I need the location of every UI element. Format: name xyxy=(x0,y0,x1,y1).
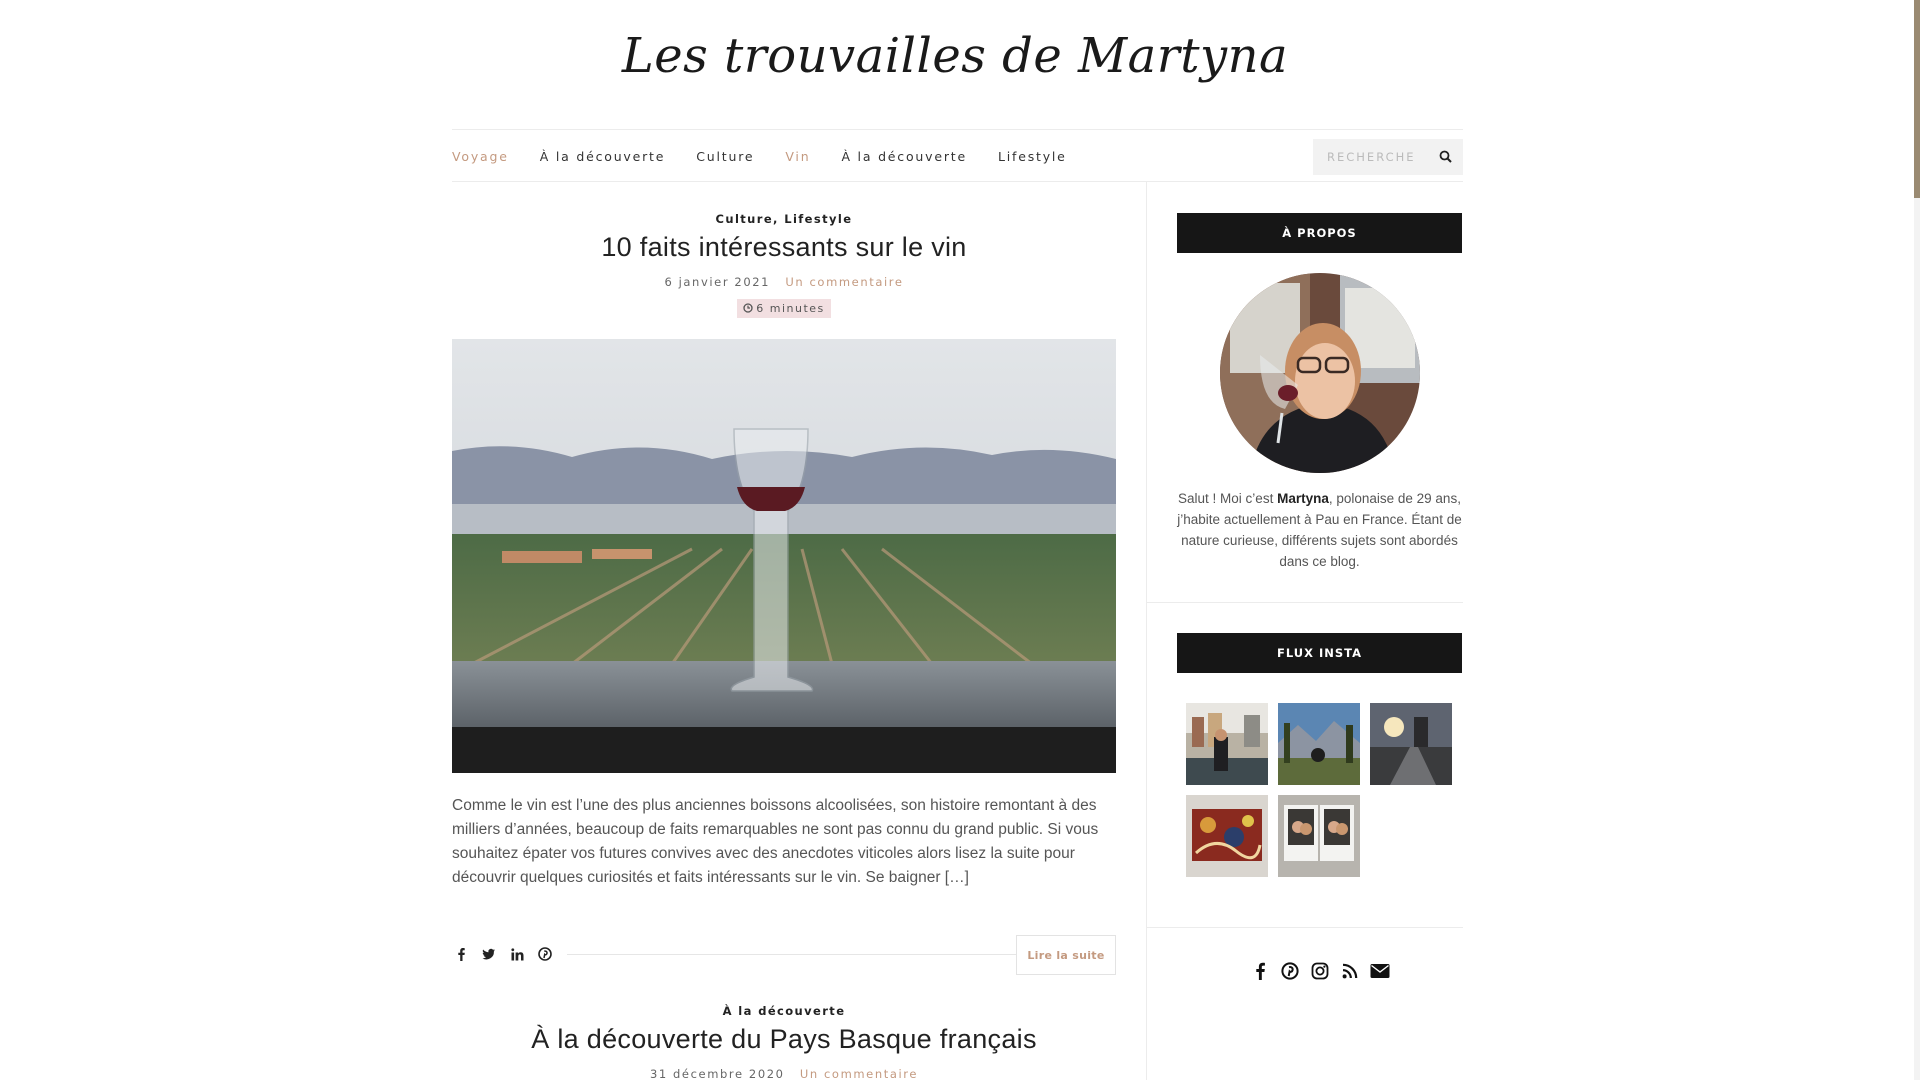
author-avatar[interactable] xyxy=(1220,273,1420,473)
search-button[interactable] xyxy=(1437,148,1455,166)
about-name: Martyna xyxy=(1277,491,1329,506)
read-time-badge: 6 minutes xyxy=(737,299,831,318)
share-row: Lire la suite xyxy=(452,935,1116,975)
post-title-2[interactable]: À la découverte du Pays Basque français xyxy=(452,1024,1116,1055)
clock-icon xyxy=(743,303,753,313)
nav-list: Voyage À la découverte Culture Vin À la … xyxy=(452,130,1098,183)
pinterest-icon xyxy=(1280,962,1299,980)
nav-item-voyage[interactable]: Voyage xyxy=(452,149,509,164)
read-more-button[interactable]: Lire la suite xyxy=(1016,935,1116,975)
post-title[interactable]: 10 faits intéressants sur le vin xyxy=(452,232,1116,263)
main-nav: Voyage À la découverte Culture Vin À la … xyxy=(452,129,1463,182)
post-excerpt: Comme le vin est l’une des plus ancienne… xyxy=(452,797,1099,886)
post-date: 6 janvier 2021 xyxy=(664,275,771,289)
search-box xyxy=(1313,139,1463,175)
share-twitter-button[interactable] xyxy=(480,945,498,963)
social-links xyxy=(1177,960,1462,982)
post-header: Culture, Lifestyle 10 faits intéressants… xyxy=(452,212,1116,318)
search-icon xyxy=(1439,150,1452,163)
linkedin-icon xyxy=(510,947,523,960)
nav-item-culture[interactable]: Culture xyxy=(696,149,754,164)
nav-item-a-la-decouverte[interactable]: À la découverte xyxy=(540,149,666,164)
share-linkedin-button[interactable] xyxy=(508,945,526,963)
about-widget-title: À PROPOS xyxy=(1177,213,1462,253)
pinterest-icon xyxy=(538,947,552,961)
post-categories-2[interactable]: À la découverte xyxy=(452,1004,1116,1018)
content-divider xyxy=(1146,182,1147,1080)
share-icons xyxy=(452,945,564,963)
nav-item-vin[interactable]: Vin xyxy=(785,149,810,164)
post-comments-link-2[interactable]: Un commentaire xyxy=(800,1067,918,1080)
insta-photo-5[interactable] xyxy=(1278,795,1360,877)
about-text: Salut ! Moi c’est Martyna, polonaise de … xyxy=(1177,488,1462,572)
insta-photo-1[interactable] xyxy=(1186,703,1268,785)
insta-widget-title: FLUX INSTA xyxy=(1177,633,1462,673)
post-categories[interactable]: Culture, Lifestyle xyxy=(452,212,1116,226)
nav-item-lifestyle[interactable]: Lifestyle xyxy=(998,149,1067,164)
scrollbar-thumb[interactable] xyxy=(1914,0,1920,198)
post-date-2: 31 décembre 2020 xyxy=(649,1067,785,1080)
post-featured-image[interactable] xyxy=(452,339,1116,773)
share-divider-line xyxy=(567,954,1016,955)
facebook-icon xyxy=(458,948,465,961)
nav-item-a-la-decouverte-2[interactable]: À la découverte xyxy=(841,149,967,164)
read-time-text: 6 minutes xyxy=(756,302,825,315)
page-scrollbar[interactable] xyxy=(1914,0,1920,1080)
about-text-intro: Salut ! Moi c’est xyxy=(1178,491,1278,506)
social-instagram-link[interactable] xyxy=(1309,960,1331,982)
post-comments-link[interactable]: Un commentaire xyxy=(785,275,903,289)
social-pinterest-link[interactable] xyxy=(1279,960,1301,982)
search-input[interactable] xyxy=(1313,139,1433,175)
rss-icon xyxy=(1342,963,1357,979)
social-facebook-link[interactable] xyxy=(1249,960,1271,982)
share-facebook-button[interactable] xyxy=(452,945,470,963)
insta-photo-3[interactable] xyxy=(1370,703,1452,785)
social-email-link[interactable] xyxy=(1369,960,1391,982)
share-pinterest-button[interactable] xyxy=(536,945,554,963)
site-title[interactable]: Les trouvailles de Martyna xyxy=(0,28,1910,84)
insta-photo-2[interactable] xyxy=(1278,703,1360,785)
sidebar-divider-2 xyxy=(1146,927,1463,928)
post-meta: 6 janvier 2021 Un commentaire xyxy=(452,275,1116,289)
post-header-2: À la découverte À la découverte du Pays … xyxy=(452,1004,1116,1080)
sidebar-divider-1 xyxy=(1146,602,1463,603)
instagram-icon xyxy=(1311,962,1328,980)
envelope-icon xyxy=(1370,964,1389,978)
twitter-icon xyxy=(482,948,495,960)
insta-photo-4[interactable] xyxy=(1186,795,1268,877)
post-meta-2: 31 décembre 2020 Un commentaire xyxy=(452,1067,1116,1080)
facebook-icon xyxy=(1255,962,1265,980)
social-rss-link[interactable] xyxy=(1339,960,1361,982)
